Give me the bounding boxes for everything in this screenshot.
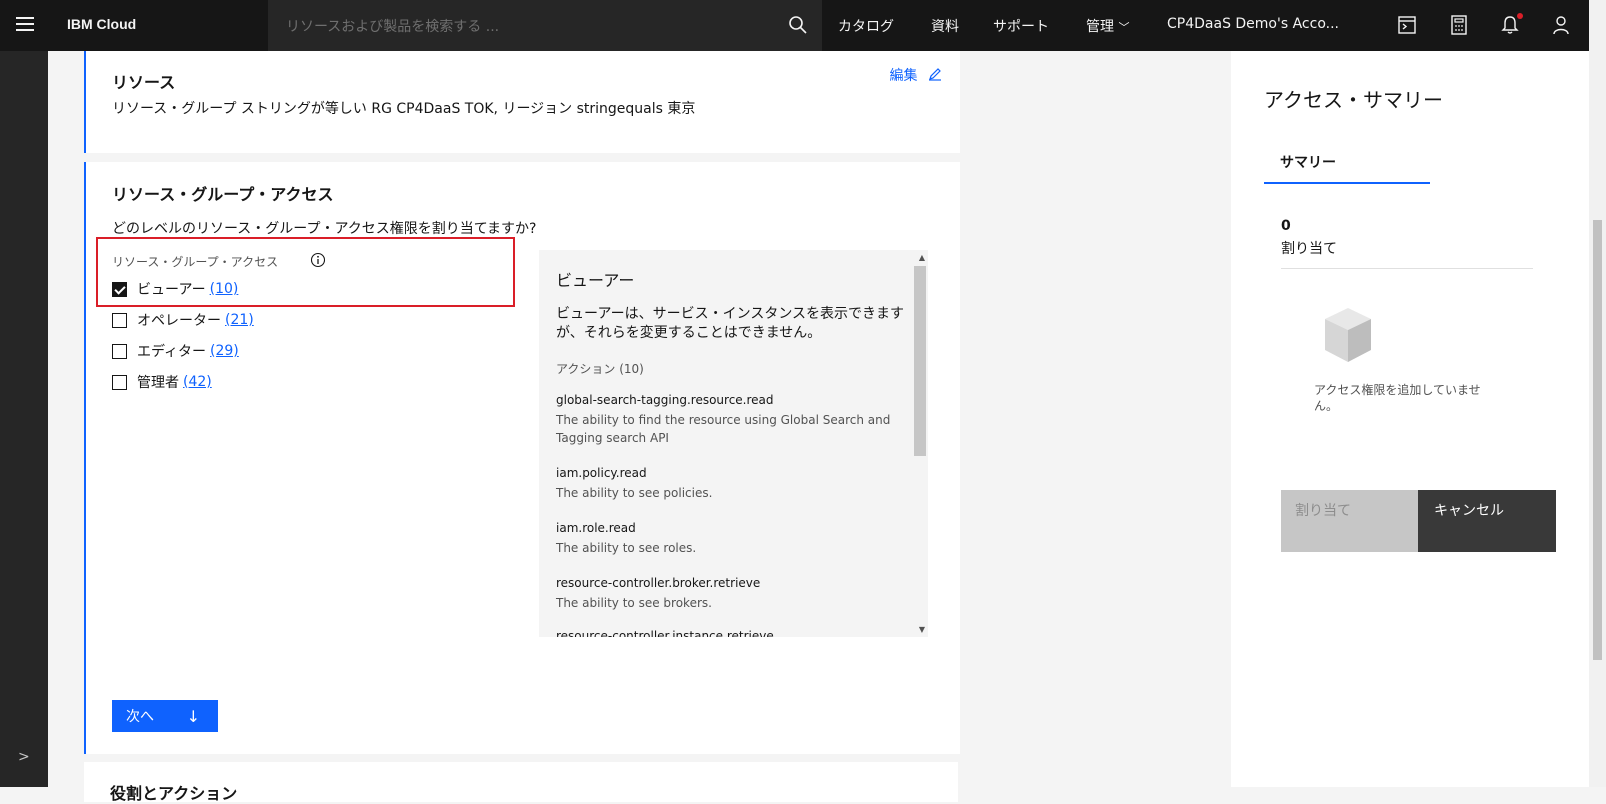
role-count-link[interactable]: (29) — [210, 343, 239, 359]
summary-divider — [1281, 268, 1533, 269]
empty-message: アクセス権限を追加していません。 — [1314, 383, 1481, 413]
scroll-thumb[interactable] — [914, 266, 926, 456]
scroll-down-icon[interactable]: ▼ — [919, 625, 925, 634]
role-detail-panel: ビューアー ビューアーは、サービス・インスタンスを表示できますが、それらを変更す… — [539, 250, 928, 637]
resource-card: リソース 編集 リソース・グループ ストリングが等しい RG CP4DaaS T… — [84, 51, 960, 153]
detail-title: ビューアー — [556, 271, 635, 290]
role-count-link[interactable]: (42) — [183, 374, 212, 390]
user-icon[interactable] — [1550, 14, 1572, 36]
tab-summary-label: サマリー — [1280, 154, 1336, 170]
side-rail: > — [0, 51, 48, 787]
detail-description: ビューアーは、サービス・インスタンスを表示できますが、それらを変更することはでき… — [556, 306, 905, 341]
menu-icon[interactable] — [16, 17, 34, 31]
chevron-down-icon: ﹀ — [1118, 21, 1130, 34]
next-button[interactable]: 次へ ↓ — [112, 700, 218, 732]
checkbox[interactable] — [112, 374, 127, 390]
summary-title: アクセス・サマリー — [1264, 88, 1443, 112]
nav-support[interactable]: サポート — [993, 16, 1049, 36]
assignment-count: 0 — [1281, 218, 1291, 234]
calculator-icon[interactable] — [1448, 14, 1470, 36]
edit-link[interactable]: 編集 — [890, 65, 942, 85]
nav-manage-label: 管理 — [1086, 19, 1114, 35]
page-scroll-thumb[interactable] — [1593, 220, 1602, 660]
nav-manage[interactable]: 管理 ﹀ — [1086, 16, 1129, 36]
action-name: global-search-tagging.resource.read — [556, 393, 774, 407]
empty-box-icon — [1325, 308, 1371, 362]
cancel-button[interactable]: キャンセル — [1418, 490, 1556, 552]
nav-catalog[interactable]: カタログ — [838, 16, 894, 36]
edit-label: 編集 — [889, 68, 918, 84]
expand-chevron-icon[interactable]: > — [18, 749, 30, 765]
next-label: 次へ — [126, 709, 154, 725]
top-nav-bar: IBM Cloud リソースおよび製品を検索する ... カタログ 資料 サポー… — [0, 0, 1589, 51]
action-description: The ability to find the resource using G… — [556, 413, 891, 445]
notification-badge — [1517, 13, 1523, 19]
search-icon[interactable] — [788, 15, 808, 35]
role-operator[interactable]: オペレーター (21) — [112, 309, 254, 331]
nav-docs[interactable]: 資料 — [931, 16, 959, 36]
selection-highlight-box — [96, 237, 515, 307]
action-item: iam.role.read The ability to see roles. — [556, 521, 896, 557]
arrow-down-icon: ↓ — [186, 706, 200, 726]
role-administrator[interactable]: 管理者 (42) — [112, 371, 212, 393]
terminal-icon[interactable] — [1396, 14, 1418, 36]
page-scrollbar[interactable] — [1589, 0, 1606, 787]
action-name: iam.policy.read — [556, 466, 647, 480]
action-name: resource-controller.instance.retrieve — [556, 629, 774, 637]
rg-access-question: どのレベルのリソース・グループ・アクセス権限を割り当てますか? — [112, 221, 537, 237]
action-name: resource-controller.broker.retrieve — [556, 576, 761, 590]
assign-button[interactable]: 割り当て — [1281, 490, 1418, 552]
action-item: global-search-tagging.resource.read The … — [556, 393, 896, 447]
resource-title: リソース — [112, 75, 176, 92]
action-item: iam.policy.read The ability to see polic… — [556, 466, 896, 502]
action-item: resource-controller.broker.retrieve The … — [556, 576, 896, 612]
account-switcher[interactable]: CP4DaaS Demo's Acco... — [1167, 16, 1339, 32]
search-input[interactable]: リソースおよび製品を検索する ... — [286, 16, 499, 36]
action-description: The ability to see policies. — [556, 486, 713, 500]
role-label: エディター — [137, 344, 207, 360]
action-item: resource-controller.instance.retrieve — [556, 629, 896, 637]
detail-scrollbar[interactable]: ▲ ▼ — [912, 250, 928, 637]
rg-access-title: リソース・グループ・アクセス — [112, 187, 334, 204]
resource-description: リソース・グループ ストリングが等しい RG CP4DaaS TOK, リージョ… — [112, 101, 696, 117]
actions-label: アクション (10) — [556, 362, 644, 376]
roles-actions-card: 役割とアクション — [84, 762, 958, 803]
role-editor[interactable]: エディター (29) — [112, 340, 239, 362]
access-summary-panel: アクセス・サマリー サマリー 0 割り当て アクセス権限を追加していません。 割… — [1231, 51, 1589, 787]
edit-icon — [929, 68, 941, 81]
checkbox[interactable] — [112, 343, 127, 359]
scroll-up-icon[interactable]: ▲ — [919, 253, 925, 262]
rg-access-card: リソース・グループ・アクセス どのレベルのリソース・グループ・アクセス権限を割り… — [84, 162, 960, 754]
assignment-count-label: 割り当て — [1281, 241, 1337, 257]
brand-name[interactable]: IBM Cloud — [67, 16, 136, 32]
roles-actions-title: 役割とアクション — [110, 786, 238, 803]
action-description: The ability to see brokers. — [556, 596, 712, 610]
tab-summary[interactable]: サマリー — [1264, 152, 1430, 184]
action-name: iam.role.read — [556, 521, 636, 535]
role-label: 管理者 — [137, 375, 179, 391]
search-bar[interactable]: リソースおよび製品を検索する ... — [268, 0, 822, 51]
checkbox[interactable] — [112, 312, 127, 328]
role-label: オペレーター — [137, 313, 221, 329]
action-description: The ability to see roles. — [556, 541, 697, 555]
role-count-link[interactable]: (21) — [225, 312, 254, 328]
